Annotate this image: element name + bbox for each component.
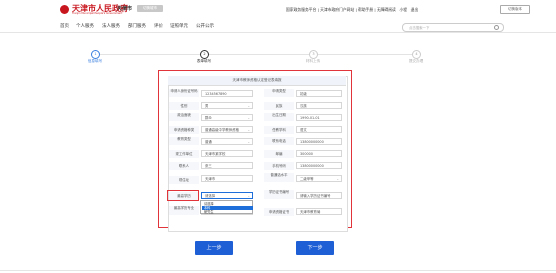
chevron-down-icon: ⌄ — [247, 194, 250, 198]
next-step-button[interactable]: 下一步 — [296, 241, 334, 255]
select-value: 男 — [205, 104, 209, 108]
chevron-down-icon: ⌄ — [247, 116, 250, 120]
step-2-label: 表单填写 — [196, 59, 212, 63]
field-input[interactable]: 13800000000 — [296, 162, 342, 169]
steps-track — [95, 54, 420, 55]
nav-item-evaluation[interactable]: 评价 — [154, 23, 163, 29]
emblem-icon — [60, 5, 69, 14]
step-2-dot: 2 — [200, 50, 209, 59]
field-label: 邮编 — [264, 150, 294, 158]
version-switch-button[interactable]: 切换版本 — [500, 5, 530, 14]
search-input[interactable]: 点击搜索一下 — [402, 23, 504, 32]
field-input[interactable]: 天津市某学校 — [201, 150, 253, 157]
dropdown-option[interactable]: 研究生 — [202, 210, 253, 214]
political-select[interactable]: 群众 ⌄ — [201, 114, 253, 121]
top-link[interactable]: 天津市政府门户网站 — [320, 7, 354, 12]
field-label: 联系电话 — [264, 137, 294, 145]
field-label: 性别 — [169, 102, 199, 110]
field-label: 出生日期 — [264, 113, 294, 121]
education-type-select[interactable]: 普通 ⌄ — [201, 138, 253, 145]
field-label: 学历证书编号 — [264, 190, 294, 199]
field-input[interactable]: 天津市教育局 — [296, 208, 342, 215]
field-input[interactable]: 语文 — [296, 126, 342, 133]
field-input[interactable]: 天津市 — [201, 175, 253, 182]
search-placeholder: 点击搜索一下 — [409, 26, 430, 30]
city-selector-button[interactable]: 切换城市 — [137, 5, 163, 12]
qualification-select[interactable]: 普通高级中学教师资格 ⌄ — [201, 126, 253, 133]
field-label: 联系人 — [169, 162, 199, 170]
top-link[interactable]: 国家政务服务平台 — [286, 7, 316, 12]
field-label: 申请类型 — [264, 89, 294, 97]
nav-item-personal[interactable]: 个人服务 — [76, 23, 94, 29]
field-label: 现住址 — [169, 176, 199, 184]
education-dropdown: 请选择 本科 研究生 — [200, 200, 253, 214]
step-3-dot: 3 — [309, 50, 318, 59]
chevron-down-icon: ⌄ — [247, 104, 250, 108]
select-value: 普通 — [205, 140, 212, 144]
chevron-down-icon: ⌄ — [336, 177, 339, 181]
step-4-dot: 4 — [412, 50, 421, 59]
field-label: 民族 — [264, 102, 294, 110]
site-subtitle: Tianjin Municipal People's Government — [72, 12, 123, 15]
top-link[interactable]: 无障碍阅读 — [377, 7, 396, 12]
field-input[interactable]: 汉族 — [296, 102, 342, 109]
label-highlight — [167, 190, 199, 201]
top-bar: 天津市人民政府 Tianjin Municipal People's Gover… — [0, 0, 556, 20]
step-3-label: 材料上传 — [305, 59, 321, 63]
current-city: 天津市 — [117, 6, 133, 12]
field-label: 申请人身份证号码 — [169, 89, 199, 97]
step-1-label: 信息填写 — [87, 59, 103, 63]
chevron-down-icon: ⌄ — [247, 140, 250, 144]
field-label: 申请资格种类 — [169, 126, 199, 134]
select-value: 群众 — [205, 116, 212, 120]
chevron-down-icon: ⌄ — [247, 128, 250, 132]
nav-item-department[interactable]: 部门服务 — [128, 23, 146, 29]
field-label: 现工作单位 — [169, 150, 199, 158]
field-label: 普通话水平 — [264, 173, 294, 182]
top-link[interactable]: 小程 — [399, 7, 407, 12]
field-input[interactable]: 张三 — [201, 162, 253, 169]
select-value: 普通高级中学教师资格 — [205, 128, 239, 132]
select-value: 二级甲等 — [300, 177, 314, 181]
nav-item-license[interactable]: 证照单元 — [170, 23, 188, 29]
search-icon[interactable] — [494, 25, 499, 31]
field-input[interactable]: 1234567890 — [201, 90, 253, 97]
field-label: 教育类型 — [169, 137, 199, 145]
prev-step-button[interactable]: 上一步 — [195, 241, 233, 255]
field-input[interactable]: 1990-01-01 — [296, 114, 342, 121]
form-title: 天津市教师资格认定登记表填报 — [168, 76, 346, 86]
field-label: 最高学历专业 — [169, 206, 199, 215]
field-label: 手机号码 — [264, 162, 294, 170]
nav-item-home[interactable]: 首页 — [60, 23, 69, 29]
mandarin-level-select[interactable]: 二级甲等 ⌄ — [296, 175, 342, 182]
step-1-dot: 1 — [91, 50, 100, 59]
field-input[interactable]: 请输入学历证书编号 — [296, 192, 342, 199]
select-value: 请选择 — [205, 194, 216, 198]
logout-link[interactable]: 退出 — [411, 7, 419, 12]
top-link[interactable]: 帮助手册 — [358, 7, 373, 12]
nav-item-legal[interactable]: 法人服务 — [102, 23, 120, 29]
gender-select[interactable]: 男 ⌄ — [201, 102, 253, 109]
field-label: 政治面貌 — [169, 113, 199, 121]
field-input[interactable]: 300000 — [296, 150, 342, 157]
field-input[interactable]: 初级 — [296, 90, 342, 97]
field-label: 申请资格证书 — [264, 208, 294, 216]
education-select[interactable]: 请选择 ⌄ — [201, 192, 253, 199]
step-4-label: 提交办理 — [408, 59, 424, 63]
footer-divider — [0, 270, 556, 271]
field-input[interactable]: 13800000000 — [296, 138, 342, 145]
nav-item-public[interactable]: 公开公示 — [196, 23, 214, 29]
top-links: 国家政务服务平台 | 天津市政府门户网站 | 帮助手册 | 无障碍阅读 小程 退… — [286, 7, 419, 12]
field-label: 任教学科 — [264, 126, 294, 134]
